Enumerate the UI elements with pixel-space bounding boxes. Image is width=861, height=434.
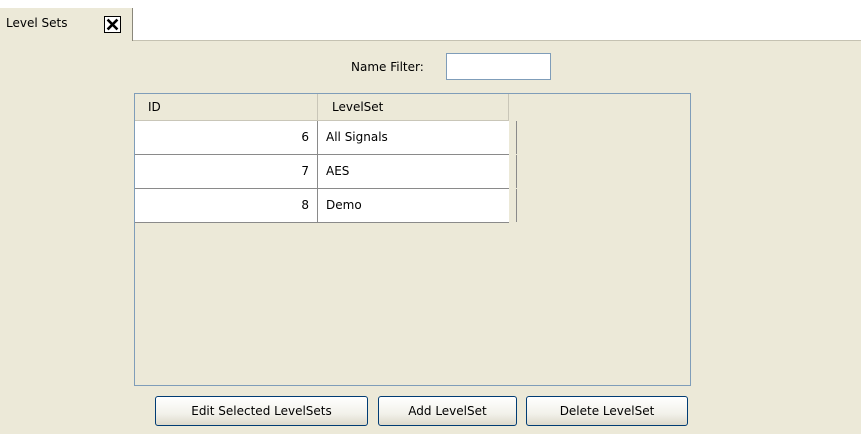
column-header-id[interactable]: ID [135,94,318,121]
delete-levelset-button[interactable]: Delete LevelSet [526,396,688,426]
cell-id: 8 [135,189,318,222]
tab-strip-divider [133,40,861,41]
cell-levelset: All Signals [318,121,517,154]
edit-selected-levelsets-button[interactable]: Edit Selected LevelSets [155,396,368,426]
name-filter-input[interactable] [446,53,551,80]
column-header-levelset[interactable]: LevelSet [318,94,509,121]
column-header-label: LevelSet [332,100,384,114]
name-filter-label: Name Filter: [351,60,424,74]
table-row[interactable]: 7 AES [135,155,517,189]
cell-id: 7 [135,155,318,188]
table-row[interactable]: 8 Demo [135,189,517,223]
add-levelset-button[interactable]: Add LevelSet [378,396,517,426]
cell-levelset: AES [318,155,517,188]
cell-levelset: Demo [318,189,517,222]
tab-label: Level Sets [6,16,68,30]
tab-strip: Level Sets [0,0,861,41]
cell-id: 6 [135,121,318,154]
close-icon[interactable] [104,16,121,33]
level-sets-table: ID LevelSet 6 All Signals 7 AES 8 Demo [134,93,691,386]
table-row[interactable]: 6 All Signals [135,121,517,155]
tab-level-sets[interactable]: Level Sets [0,8,133,41]
table-header: ID LevelSet [135,94,509,121]
level-sets-window: Level Sets Name Filter: ID LevelSet 6 Al… [0,0,861,434]
table-body: 6 All Signals 7 AES 8 Demo [135,121,517,223]
column-header-label: ID [148,100,161,114]
